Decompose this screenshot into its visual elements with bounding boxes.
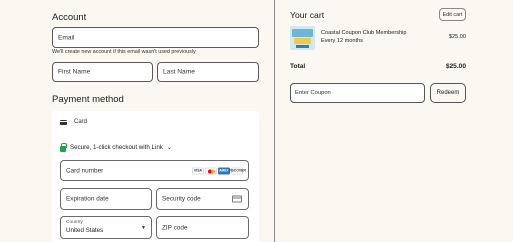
card-number-placeholder: Card number xyxy=(66,167,104,174)
expiration-placeholder: Expiration date xyxy=(66,195,109,203)
redeem-button[interactable]: Redeem xyxy=(430,83,466,103)
product-thumbnail xyxy=(290,26,315,50)
edit-cart-button[interactable]: Edit cart xyxy=(439,8,466,21)
mastercard-icon xyxy=(205,167,217,174)
expiration-date-field[interactable]: Expiration date xyxy=(60,188,152,210)
email-hint: We'll create new account if this email w… xyxy=(52,49,196,55)
security-code-field[interactable]: Security code xyxy=(156,188,249,210)
credit-card-icon xyxy=(60,119,67,125)
cart-item-name: Coastal Coupon Club Membership xyxy=(321,30,407,36)
card-brand-logos: VISA AMEX DISCOVER xyxy=(192,167,246,174)
coupon-placeholder: Enter Coupon xyxy=(295,90,331,96)
last-name-placeholder: Last Name xyxy=(163,68,195,76)
total-label: Total xyxy=(290,63,306,70)
email-field[interactable]: Email xyxy=(52,27,259,48)
cvc-card-icon xyxy=(232,195,242,203)
cart-heading: Your cart xyxy=(290,10,325,20)
link-checkout-label: Secure, 1-click checkout with Link xyxy=(70,144,163,151)
zip-code-field[interactable]: ZIP code xyxy=(156,216,249,239)
coupon-input[interactable]: Enter Coupon xyxy=(290,83,425,103)
cart-summary: Your cart Edit cart Coastal Coupon Club … xyxy=(275,0,513,242)
card-option[interactable]: Card xyxy=(60,119,87,125)
zip-placeholder: ZIP code xyxy=(162,224,188,231)
discover-icon: DISCOVER xyxy=(228,167,246,174)
country-select[interactable]: Country United States ▼ xyxy=(60,216,152,239)
country-label: Country xyxy=(66,220,83,225)
payment-method-heading: Payment method xyxy=(52,94,124,105)
account-heading: Account xyxy=(52,12,87,23)
first-name-placeholder: First Name xyxy=(58,68,91,76)
link-checkout-toggle[interactable]: Secure, 1-click checkout with Link ⌄ xyxy=(60,142,172,152)
payment-panel: Card Secure, 1-click checkout with Link … xyxy=(52,111,259,242)
lock-icon xyxy=(60,142,67,152)
checkout-form: Account Email We'll create new account i… xyxy=(0,0,274,242)
country-value: United States xyxy=(66,227,104,234)
last-name-field[interactable]: Last Name xyxy=(157,62,259,82)
first-name-field[interactable]: First Name xyxy=(52,62,153,82)
visa-icon: VISA xyxy=(192,167,204,174)
security-code-placeholder: Security code xyxy=(162,195,201,203)
chevron-down-icon: ▼ xyxy=(141,224,146,231)
cart-item-period: Every 12 months xyxy=(321,38,363,44)
total-value: $25.00 xyxy=(445,63,466,70)
chevron-down-icon: ⌄ xyxy=(166,145,172,151)
email-placeholder: Email xyxy=(58,34,75,41)
card-option-label: Card xyxy=(74,119,88,125)
card-number-field[interactable]: Card number VISA AMEX DISCOVER xyxy=(60,160,249,181)
cart-item-price: $25.00 xyxy=(448,34,466,40)
